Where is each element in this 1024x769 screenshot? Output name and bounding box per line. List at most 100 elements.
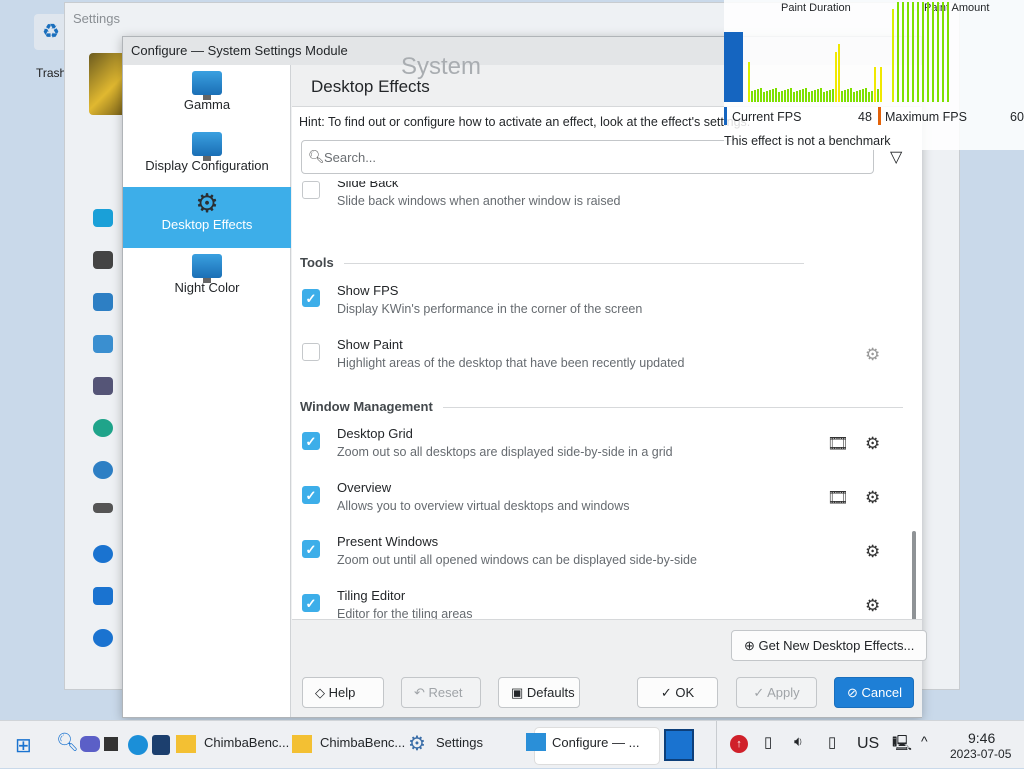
video-icon[interactable]: 🎞︎: [827, 488, 849, 508]
paint-amount-bar: [897, 2, 899, 102]
usb-icon[interactable]: ▯: [828, 733, 836, 751]
cancel-button[interactable]: ⊘ Cancel: [834, 677, 914, 708]
get-new-effects-button[interactable]: ⊕ Get New Desktop Effects...: [731, 630, 928, 661]
checkbox[interactable]: [302, 181, 320, 199]
video-icon[interactable]: 🎞︎: [827, 434, 849, 454]
snap-layout-icon[interactable]: [664, 729, 694, 761]
apps-icon[interactable]: [93, 377, 113, 395]
taskbar: ⊞ 🔍︎ ChimbaBenc... ChimbaBenc... ⚙ Setti…: [0, 720, 1024, 769]
personalization-icon[interactable]: [93, 335, 113, 353]
paint-duration-bar: [772, 89, 774, 102]
category-gamma[interactable]: Gamma: [123, 65, 291, 126]
configure-icon[interactable]: ⚙: [865, 434, 880, 454]
volume-icon[interactable]: 🔉︎: [794, 733, 803, 750]
checkbox[interactable]: ✓: [302, 432, 320, 450]
paint-duration-bar: [817, 89, 819, 102]
chevron-up-icon[interactable]: ^: [921, 733, 928, 749]
effect-row[interactable]: ✓ Tiling Editor Editor for the tiling area…: [302, 582, 892, 619]
paint-duration-bar: [829, 90, 831, 102]
paint-duration-bar: [832, 89, 834, 102]
effect-row[interactable]: Slide Back Slide back windows when anothe…: [302, 181, 892, 219]
configure-icon[interactable]: ⚙: [865, 542, 880, 562]
checkbox[interactable]: [302, 343, 320, 361]
network-icon[interactable]: [93, 293, 113, 311]
privacy-icon[interactable]: [93, 587, 113, 605]
update-alert-icon[interactable]: ↑: [730, 735, 748, 753]
taskbar-item-settings[interactable]: Settings: [436, 735, 483, 750]
configure-icon[interactable]: ⚙: [865, 345, 880, 365]
teams-icon[interactable]: [80, 736, 100, 752]
paint-duration-bar: [823, 92, 825, 102]
network-icon[interactable]: 🖳: [892, 733, 912, 758]
search-icon: 🔍︎: [308, 149, 325, 164]
apply-button[interactable]: ✓ Apply: [736, 677, 817, 708]
store-icon[interactable]: [152, 735, 170, 755]
category-display-configuration[interactable]: Display Configuration: [123, 126, 291, 187]
effect-row[interactable]: ✓ Present Windows Zoom out until all opene…: [302, 528, 892, 578]
paint-amount-bar: [927, 2, 929, 102]
defaults-icon: ▣: [511, 685, 527, 700]
system-icon[interactable]: [93, 209, 113, 227]
gaming-icon[interactable]: [93, 503, 113, 513]
effect-desc: Zoom out until all opened windows can be…: [337, 553, 697, 567]
help-button[interactable]: ◇ Help: [302, 677, 384, 708]
category-desktop-effects[interactable]: ⚙ Desktop Effects: [123, 187, 291, 248]
paint-amount-bar: [902, 2, 904, 102]
configure-icon[interactable]: ⚙: [865, 596, 880, 616]
settings-gear-icon[interactable]: ⚙: [408, 731, 426, 756]
paint-duration-bar: [850, 88, 852, 102]
taskbar-item-explorer-2[interactable]: ChimbaBenc...: [320, 735, 405, 750]
trash-label: Trash: [36, 66, 67, 80]
ok-button[interactable]: ✓ OK: [637, 677, 718, 708]
start-icon[interactable]: ⊞: [15, 733, 32, 758]
checkbox[interactable]: ✓: [302, 594, 320, 612]
checkbox[interactable]: ✓: [302, 289, 320, 307]
taskview-icon[interactable]: [104, 737, 118, 751]
category-night-color[interactable]: Night Color: [123, 248, 291, 309]
taskbar-item-configure[interactable]: Configure — ...: [552, 735, 639, 750]
trash-icon[interactable]: ♻: [34, 14, 68, 50]
effect-row[interactable]: Show Paint Highlight areas of the desktop…: [302, 331, 892, 381]
clock-time[interactable]: 9:46: [968, 730, 995, 746]
paint-duration-bar: [853, 92, 855, 102]
filter-icon[interactable]: ▽: [890, 147, 902, 167]
search-icon[interactable]: 🔍︎: [56, 732, 79, 753]
checkbox[interactable]: ✓: [302, 486, 320, 504]
accounts-icon[interactable]: [93, 419, 113, 437]
language-indicator[interactable]: US: [857, 735, 879, 753]
paint-amount-bar: [932, 2, 934, 102]
current-fps-marker: [724, 107, 727, 125]
monitor-icon: [526, 733, 546, 751]
time-icon[interactable]: [93, 461, 113, 479]
battery-icon[interactable]: ▯: [764, 733, 772, 751]
folder-icon[interactable]: [176, 735, 196, 753]
current-fps-value: 48: [858, 110, 872, 124]
current-fps-label: Current FPS: [732, 110, 802, 124]
monitor-icon: [192, 254, 222, 283]
clock-date[interactable]: 2023-07-05: [950, 747, 1011, 761]
checkbox[interactable]: ✓: [302, 540, 320, 558]
configure-icon[interactable]: ⚙: [865, 488, 880, 508]
paint-amount-bar: [912, 2, 914, 102]
update-icon[interactable]: [93, 629, 113, 647]
effect-desc: Editor for the tiling areas: [337, 607, 473, 619]
effect-row[interactable]: ✓ Show FPS Display KWin's performance in t…: [302, 277, 892, 327]
effect-name: Overview: [337, 480, 392, 495]
folder-icon[interactable]: [292, 735, 312, 753]
edge-icon[interactable]: [128, 735, 148, 755]
bluetooth-icon[interactable]: [93, 251, 113, 269]
taskbar-item-explorer-1[interactable]: ChimbaBenc...: [204, 735, 289, 750]
paint-duration-bar: [862, 89, 864, 102]
gear-icon: ⚙: [195, 188, 219, 218]
defaults-button[interactable]: ▣ Defaults: [498, 677, 580, 708]
effect-row[interactable]: ✓ Desktop Grid Zoom out so all desktops ar…: [302, 420, 892, 470]
scrollbar[interactable]: [912, 531, 916, 619]
reset-button[interactable]: ↶ Reset: [401, 677, 481, 708]
paint-duration-bar: [793, 92, 795, 102]
effect-row[interactable]: ✓ Overview Allows you to overview virtual …: [302, 474, 892, 524]
paint-duration-bar: [859, 90, 861, 102]
accessibility-icon[interactable]: [93, 545, 113, 563]
paint-duration-bar: [868, 92, 870, 102]
paint-duration-bar: [877, 89, 879, 102]
fps-overlay: Paint Duration Paint Amount Current FPS …: [724, 0, 1024, 150]
